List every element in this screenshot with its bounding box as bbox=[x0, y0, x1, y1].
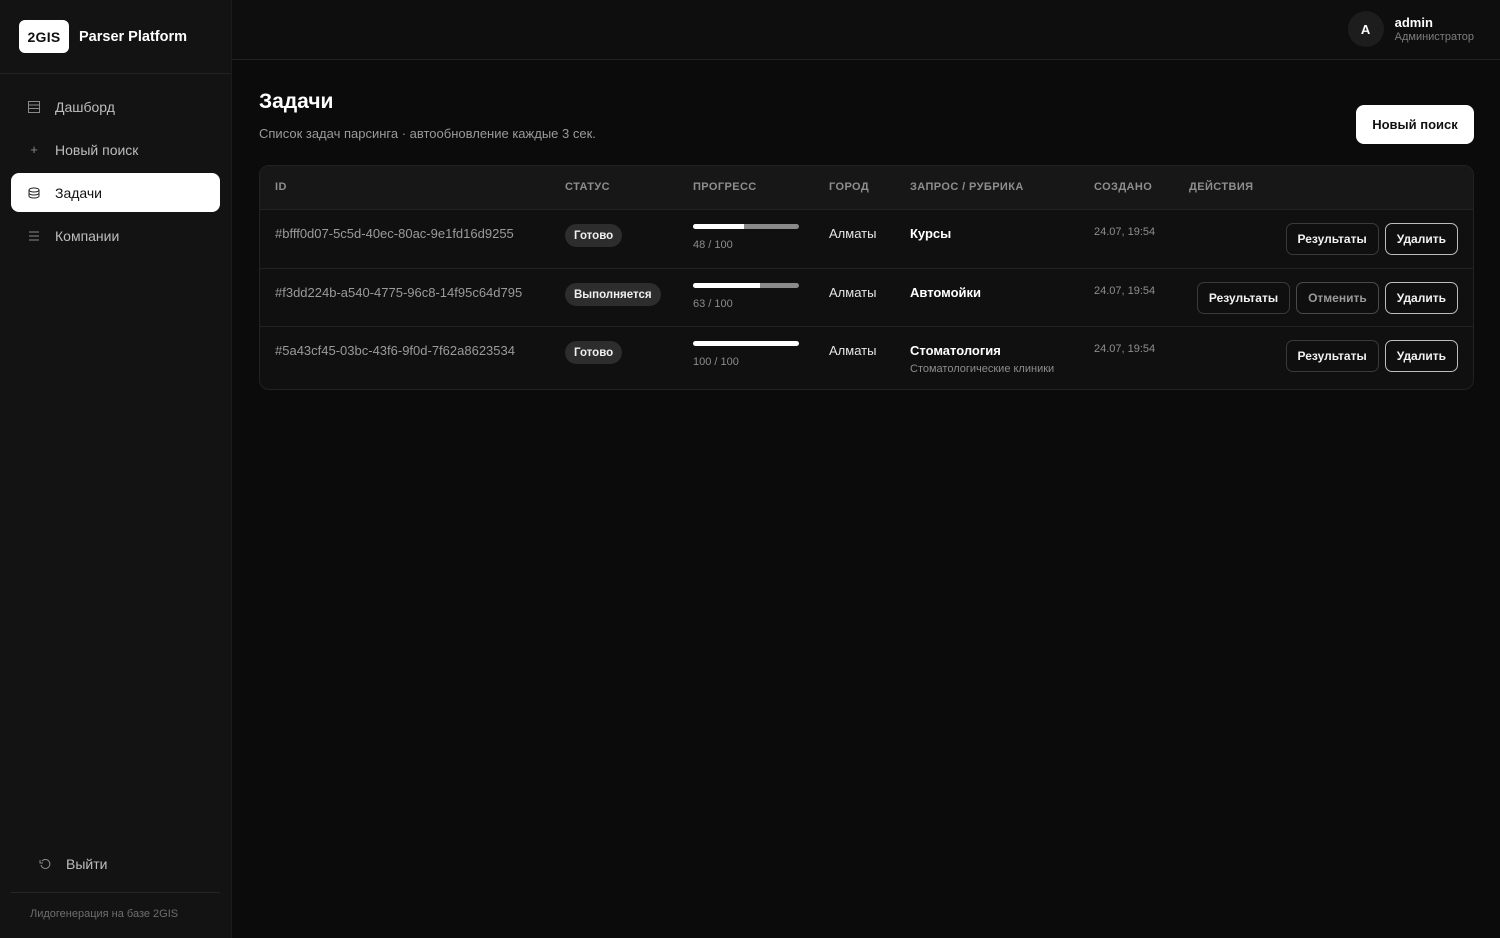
table-row: #5a43cf45-03bc-43f6-9f0d-7f62a8623534 Го… bbox=[260, 326, 1473, 389]
task-id: #5a43cf45-03bc-43f6-9f0d-7f62a8623534 bbox=[275, 343, 515, 358]
user-info: admin Администратор bbox=[1395, 15, 1474, 44]
sidebar: 2GIS Parser Platform Дашборд + Новый пои… bbox=[0, 0, 232, 938]
results-button[interactable]: Результаты bbox=[1196, 282, 1291, 314]
tasks-table: ID СТАТУС ПРОГРЕСС ГОРОД ЗАПРОС / РУБРИК… bbox=[259, 165, 1474, 390]
task-id: #bfff0d07-5c5d-40ec-80ac-9e1fd16d9255 bbox=[275, 226, 514, 241]
task-created: 24.07, 19:54 bbox=[1094, 226, 1156, 238]
task-city: Алматы bbox=[829, 343, 877, 358]
progress-bar bbox=[693, 283, 799, 288]
brand-name: Parser Platform bbox=[79, 28, 187, 45]
plus-icon: + bbox=[30, 142, 38, 157]
user-menu[interactable]: A admin Администратор bbox=[1347, 11, 1474, 47]
sidebar-item-companies[interactable]: Компании bbox=[11, 216, 220, 255]
cancel-button[interactable]: Отменить bbox=[1296, 282, 1379, 314]
results-button[interactable]: Результаты bbox=[1285, 223, 1379, 255]
column-header-progress: ПРОГРЕСС bbox=[693, 181, 757, 193]
sidebar-item-dashboard[interactable]: Дашборд bbox=[11, 87, 220, 126]
column-header-created: СОЗДАНО bbox=[1094, 181, 1153, 193]
logout-icon bbox=[38, 857, 52, 871]
sidebar-item-tasks[interactable]: Задачи bbox=[11, 173, 220, 212]
sidebar-nav: Дашборд + Новый поиск Задачи Компании bbox=[0, 74, 231, 255]
new-search-button[interactable]: Новый поиск bbox=[1356, 105, 1474, 144]
sidebar-item-new-search[interactable]: + Новый поиск bbox=[11, 130, 220, 169]
page-subtitle: Список задач парсинга · автообновление к… bbox=[259, 126, 596, 141]
dashboard-icon bbox=[27, 100, 41, 114]
status-badge: Выполняется bbox=[565, 283, 661, 306]
brand: 2GIS Parser Platform bbox=[0, 0, 231, 74]
user-role: Администратор bbox=[1394, 30, 1474, 43]
task-created: 24.07, 19:54 bbox=[1094, 285, 1156, 297]
sidebar-item-label: Дашборд bbox=[55, 98, 115, 115]
delete-button[interactable]: Удалить bbox=[1384, 223, 1458, 255]
status-badge: Готово bbox=[565, 224, 623, 247]
query-rubric: Стоматологические клиники bbox=[910, 363, 1055, 375]
task-query: Автомойки bbox=[910, 285, 981, 300]
logout-label: Выйти bbox=[66, 855, 108, 872]
top-bar: A admin Администратор bbox=[232, 0, 1500, 60]
sidebar-item-label: Новый поиск bbox=[55, 141, 139, 158]
query-name: Стоматология bbox=[910, 343, 1001, 358]
column-header-status: СТАТУС bbox=[565, 181, 610, 193]
progress: 100 / 100 bbox=[693, 341, 799, 368]
logout-button[interactable]: Выйти bbox=[22, 844, 209, 883]
tasks-icon bbox=[27, 186, 41, 200]
row-actions: Результаты Удалить bbox=[1280, 340, 1458, 372]
query-name: Курсы bbox=[910, 226, 952, 241]
task-id: #f3dd224b-a540-4775-96c8-14f95c64d795 bbox=[275, 285, 523, 300]
column-header-actions: ДЕЙСТВИЯ bbox=[1189, 181, 1254, 193]
status-badge: Готово bbox=[565, 341, 623, 364]
sidebar-item-label: Задачи bbox=[55, 184, 103, 201]
delete-button[interactable]: Удалить bbox=[1384, 282, 1458, 314]
user-name: admin bbox=[1394, 14, 1433, 30]
progress-text: 63 / 100 bbox=[693, 298, 733, 310]
delete-button[interactable]: Удалить bbox=[1384, 340, 1458, 372]
task-city: Алматы bbox=[829, 285, 877, 300]
query-name: Автомойки bbox=[910, 285, 982, 300]
progress-bar bbox=[693, 341, 799, 346]
progress-fill bbox=[693, 224, 744, 229]
column-header-query: ЗАПРОС / РУБРИКА bbox=[910, 181, 1024, 193]
sidebar-footer: Лидогенерация на базе 2GIS bbox=[11, 892, 220, 920]
progress-bar bbox=[693, 224, 799, 229]
progress-fill bbox=[693, 341, 799, 346]
progress: 48 / 100 bbox=[693, 224, 799, 251]
task-query: Стоматология Стоматологические клиники bbox=[910, 343, 1054, 375]
progress-text: 100 / 100 bbox=[693, 356, 739, 368]
avatar[interactable]: A bbox=[1347, 11, 1384, 47]
sidebar-item-label: Компании bbox=[55, 227, 120, 244]
progress: 63 / 100 bbox=[693, 283, 799, 310]
column-header-id: ID bbox=[275, 181, 287, 193]
table-row: #f3dd224b-a540-4775-96c8-14f95c64d795 Вы… bbox=[260, 268, 1473, 326]
page-title: Задачи bbox=[259, 90, 334, 113]
results-button[interactable]: Результаты bbox=[1285, 340, 1379, 372]
row-actions: Результаты Удалить bbox=[1280, 223, 1458, 255]
table-header: ID СТАТУС ПРОГРЕСС ГОРОД ЗАПРОС / РУБРИК… bbox=[260, 166, 1473, 209]
list-icon bbox=[27, 229, 41, 243]
task-city: Алматы bbox=[829, 226, 877, 241]
column-header-city: ГОРОД bbox=[829, 181, 870, 193]
brand-logo[interactable]: 2GIS bbox=[19, 20, 69, 53]
row-actions: Результаты Отменить Удалить bbox=[1191, 282, 1458, 314]
progress-fill bbox=[693, 283, 760, 288]
task-created: 24.07, 19:54 bbox=[1094, 343, 1156, 355]
task-query: Курсы bbox=[910, 226, 951, 241]
progress-text: 48 / 100 bbox=[693, 239, 733, 251]
table-row: #bfff0d07-5c5d-40ec-80ac-9e1fd16d9255 Го… bbox=[260, 209, 1473, 268]
